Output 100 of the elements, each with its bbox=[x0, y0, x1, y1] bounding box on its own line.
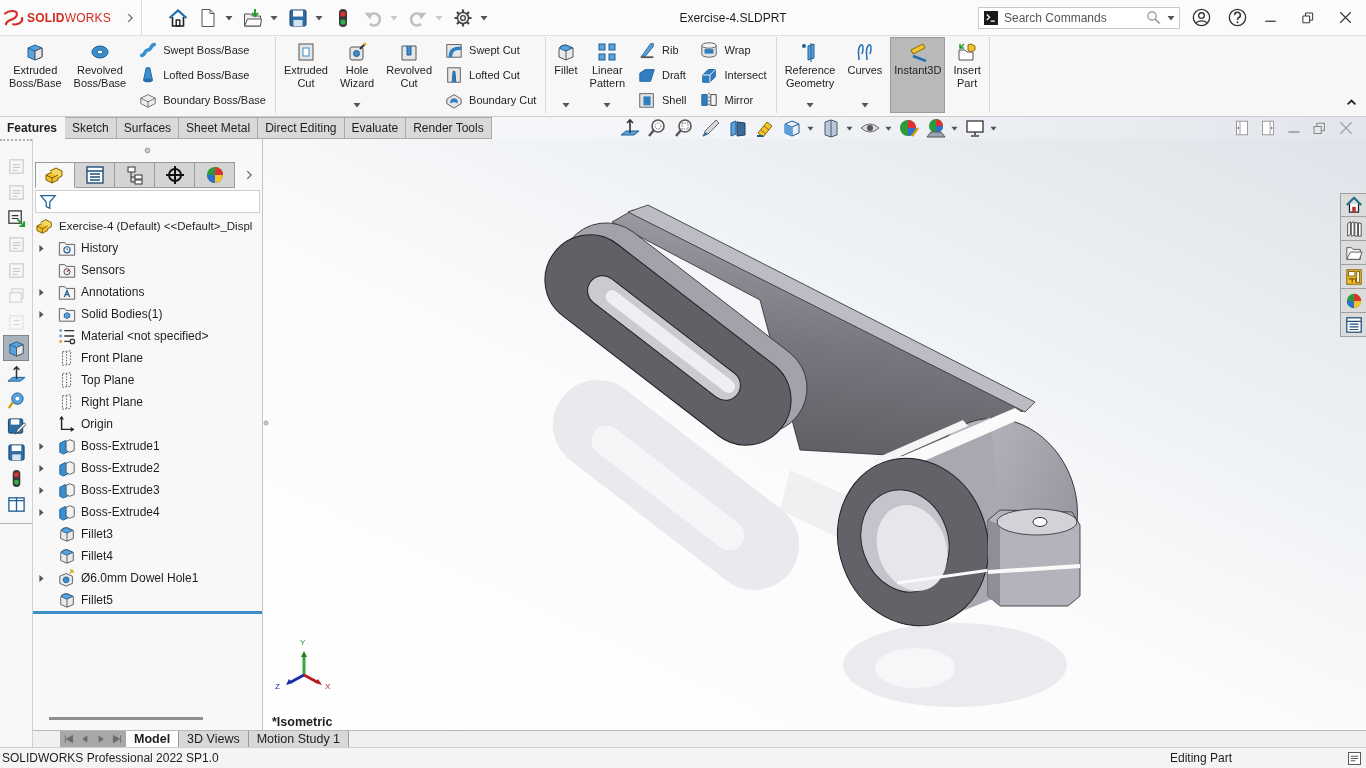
dropdown-caret-icon[interactable] bbox=[845, 124, 853, 132]
zoom-area-icon[interactable] bbox=[673, 118, 694, 138]
bottom-tab[interactable]: Motion Study 1 bbox=[248, 731, 350, 747]
horizontal-scrollbar[interactable] bbox=[49, 716, 203, 720]
ribbon-button[interactable]: Shell bbox=[635, 90, 690, 111]
dropdown-caret-icon[interactable] bbox=[1167, 13, 1175, 22]
bottom-tab[interactable]: Model bbox=[126, 731, 180, 747]
ribbon-button[interactable]: Mirror bbox=[697, 90, 770, 111]
tree-item[interactable]: Boss-Extrude4 bbox=[81, 505, 160, 519]
panel-tab[interactable] bbox=[115, 162, 155, 188]
expand-arrow-icon[interactable] bbox=[38, 243, 45, 253]
tree-item[interactable]: Right Plane bbox=[81, 395, 144, 409]
page-icon[interactable] bbox=[198, 7, 218, 28]
tree-item[interactable]: Fillet5 bbox=[81, 593, 113, 607]
task-pane-tab[interactable] bbox=[1340, 313, 1366, 337]
pencil-icon[interactable] bbox=[700, 118, 721, 138]
expand-arrow-icon[interactable] bbox=[38, 441, 45, 451]
search-box[interactable]: Search Commands bbox=[978, 6, 1180, 29]
view-cube-icon[interactable] bbox=[781, 118, 802, 138]
search-icon[interactable] bbox=[1146, 10, 1161, 25]
expand-arrow-icon[interactable] bbox=[38, 463, 45, 473]
ribbon-button[interactable]: Fillet bbox=[550, 37, 582, 113]
dropdown-caret-icon[interactable] bbox=[225, 13, 233, 22]
tree-item[interactable]: Boss-Extrude2 bbox=[81, 461, 160, 475]
dropdown-caret-icon[interactable] bbox=[806, 124, 814, 132]
dropdown-caret-icon[interactable] bbox=[860, 101, 869, 109]
dropdown-caret-icon[interactable] bbox=[270, 13, 278, 22]
ribbon-button[interactable]: Intersect bbox=[697, 65, 770, 85]
ribbon-button[interactable]: Boundary Cut bbox=[442, 90, 540, 111]
tree-item[interactable]: Exercise-4 (Default) <<Default>_Displ bbox=[59, 220, 253, 232]
dropdown-caret-icon[interactable] bbox=[806, 101, 815, 109]
toolbar-button[interactable] bbox=[3, 335, 29, 361]
dropdown-caret-icon[interactable] bbox=[353, 101, 362, 109]
split-block-icon[interactable] bbox=[727, 118, 748, 138]
left-pane-icon[interactable] bbox=[1234, 120, 1250, 136]
tree-item[interactable]: History bbox=[81, 241, 119, 255]
ribbon-button[interactable]: Extruded Cut bbox=[279, 37, 332, 113]
task-pane-tab[interactable] bbox=[1340, 193, 1366, 217]
command-tab[interactable]: Sheet Metal bbox=[179, 117, 259, 139]
list-box-icon[interactable] bbox=[1347, 750, 1362, 766]
filter-field[interactable] bbox=[35, 190, 260, 213]
ribbon-button[interactable]: Revolved Boss/Base bbox=[69, 37, 131, 113]
folder-arrow-icon[interactable] bbox=[243, 7, 263, 28]
monitor-icon[interactable] bbox=[964, 118, 985, 138]
dropdown-caret-icon[interactable] bbox=[989, 124, 997, 132]
tree-item[interactable]: Fillet3 bbox=[81, 527, 113, 541]
bottom-tab[interactable]: 3D Views bbox=[179, 731, 249, 747]
command-tab[interactable]: Render Tools bbox=[406, 117, 492, 139]
ribbon-button[interactable]: Extruded Boss/Base bbox=[5, 37, 66, 113]
tree-item[interactable]: Material <not specified> bbox=[81, 329, 209, 343]
dropdown-caret-icon[interactable] bbox=[950, 124, 958, 132]
ribbon-button[interactable]: Insert Part bbox=[949, 37, 985, 113]
user-icon[interactable] bbox=[1192, 8, 1211, 27]
command-tab[interactable]: Evaluate bbox=[344, 117, 407, 139]
home-icon[interactable] bbox=[168, 7, 188, 28]
ribbon-button[interactable]: Hole Wizard bbox=[335, 37, 379, 113]
panel-tab[interactable] bbox=[155, 162, 195, 188]
chevron-right-icon[interactable] bbox=[244, 168, 255, 182]
task-pane-tab[interactable] bbox=[1340, 217, 1366, 241]
sphere-on-floor-icon[interactable] bbox=[925, 118, 946, 138]
restore-icon[interactable] bbox=[1301, 10, 1316, 25]
ribbon-button[interactable]: Draft bbox=[635, 65, 690, 85]
tree-item[interactable]: Ø6.0mm Dowel Hole1 bbox=[81, 571, 199, 585]
dropdown-caret-icon[interactable] bbox=[315, 13, 323, 22]
tree-item[interactable]: Boss-Extrude3 bbox=[81, 483, 160, 497]
ribbon-button[interactable]: Rib bbox=[635, 39, 690, 60]
tree-item[interactable]: Sensors bbox=[81, 263, 126, 277]
ribbon-button[interactable]: Boundary Boss/Base bbox=[136, 90, 269, 111]
ribbon-button[interactable]: Lofted Boss/Base bbox=[136, 65, 269, 85]
command-tab[interactable]: Surfaces bbox=[116, 117, 180, 139]
zoom-fit-icon[interactable] bbox=[646, 118, 667, 138]
command-tab[interactable]: Features bbox=[0, 117, 66, 139]
dropdown-caret-icon[interactable] bbox=[884, 124, 892, 132]
ribbon-button[interactable]: Instant3D bbox=[890, 37, 946, 113]
arrow-on-plane-icon[interactable] bbox=[619, 118, 640, 138]
color-sphere-pencil-icon[interactable] bbox=[898, 118, 919, 138]
ribbon-button[interactable]: Swept Cut bbox=[442, 39, 540, 60]
tree-item[interactable]: Origin bbox=[81, 417, 113, 431]
tree-item[interactable]: Solid Bodies(1) bbox=[81, 307, 163, 321]
right-pane-icon[interactable] bbox=[1260, 120, 1276, 136]
command-tab[interactable]: Sketch bbox=[65, 117, 117, 139]
dropdown-caret-icon[interactable] bbox=[480, 13, 488, 22]
ribbon-button[interactable]: Wrap bbox=[697, 39, 770, 60]
expand-arrow-icon[interactable] bbox=[38, 485, 45, 495]
search-field[interactable]: Search Commands bbox=[1004, 8, 1140, 27]
tree-item[interactable]: Front Plane bbox=[81, 351, 144, 365]
expand-arrow-icon[interactable] bbox=[38, 309, 45, 319]
ribbon-button[interactable]: Reference Geometry bbox=[780, 37, 840, 113]
expand-arrow-icon[interactable] bbox=[38, 507, 45, 517]
ribbon-button[interactable]: Curves bbox=[843, 37, 887, 113]
command-tab[interactable]: Direct Editing bbox=[258, 117, 345, 139]
settings-icon[interactable] bbox=[453, 7, 473, 28]
expand-arrow-icon[interactable] bbox=[38, 573, 45, 583]
tree-item[interactable]: Fillet4 bbox=[81, 549, 113, 563]
dropdown-caret-icon[interactable] bbox=[603, 101, 612, 109]
ribbon-button[interactable]: Lofted Cut bbox=[442, 65, 540, 85]
tree-item[interactable]: Top Plane bbox=[81, 373, 135, 387]
close-icon[interactable] bbox=[1338, 10, 1353, 25]
ribbon-button[interactable]: Linear Pattern bbox=[585, 37, 629, 113]
ribbon-button[interactable]: Revolved Cut bbox=[382, 37, 437, 113]
